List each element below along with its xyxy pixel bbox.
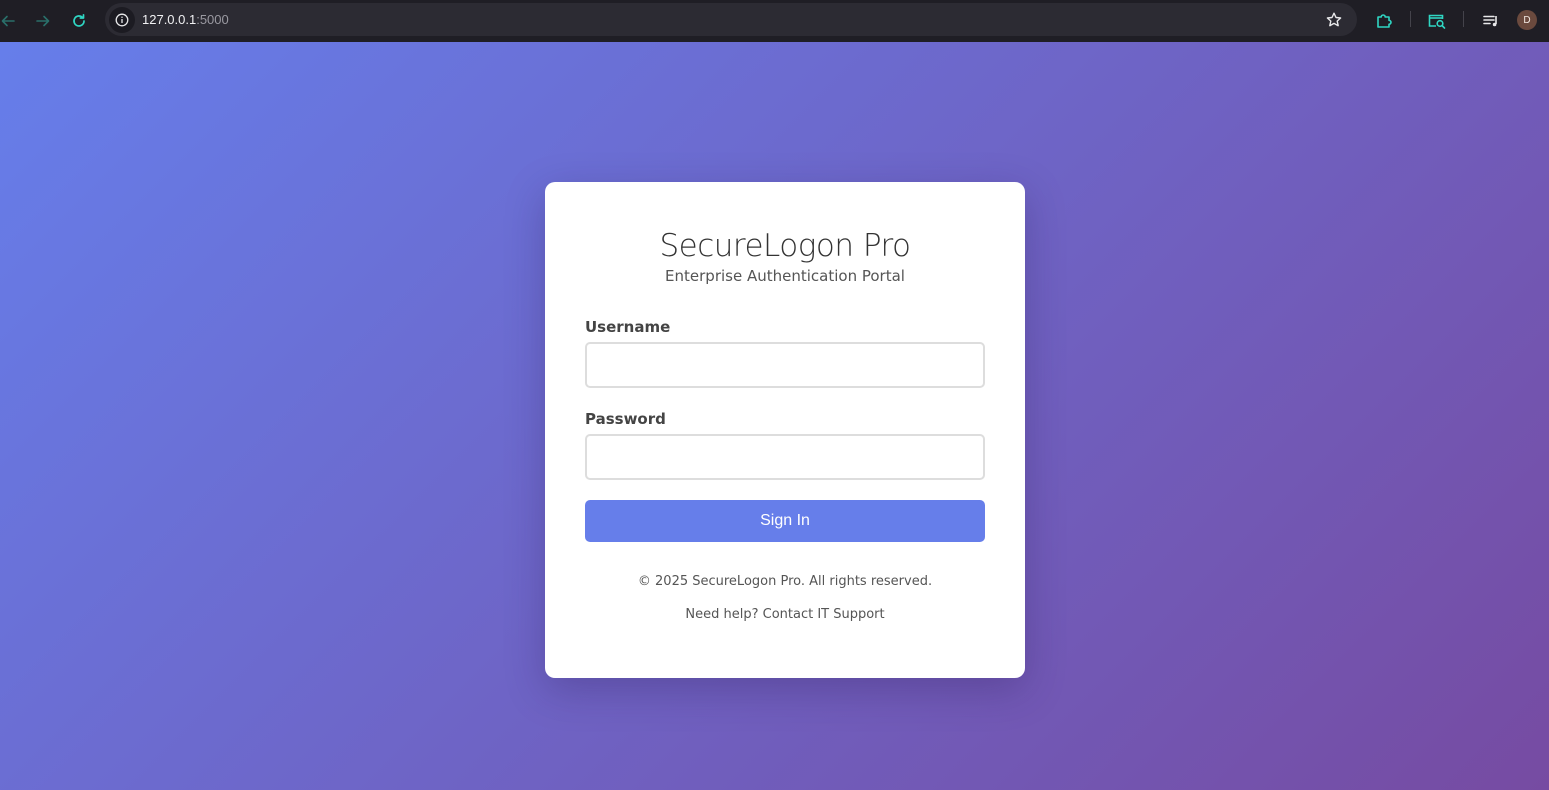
copyright-text: © 2025 SecureLogon Pro. All rights reser…	[637, 574, 933, 589]
forward-icon	[36, 15, 50, 27]
toolbar-divider	[1410, 11, 1411, 27]
password-label: Password	[585, 410, 666, 428]
toolbar-divider	[1463, 11, 1464, 27]
help-link[interactable]: Need help? Contact IT Support	[545, 606, 1025, 624]
address-bar[interactable]: 127.0.0.1:5000	[105, 3, 1357, 36]
reload-button[interactable]	[67, 9, 91, 33]
username-input[interactable]	[585, 342, 985, 388]
bookmark-star-icon	[1326, 12, 1342, 27]
back-button[interactable]	[0, 9, 20, 33]
url-port: :5000	[196, 12, 229, 27]
site-info-icon	[115, 13, 129, 27]
sign-in-button[interactable]: Sign In	[585, 500, 985, 542]
bookmark-button[interactable]	[1325, 11, 1343, 29]
url-text[interactable]: 127.0.0.1:5000	[142, 11, 229, 28]
login-card: SecureLogon Pro Enterprise Authenticatio…	[545, 182, 1025, 678]
extensions-icon	[1377, 14, 1392, 28]
forward-button[interactable]	[31, 9, 55, 33]
search-tab-icon	[1428, 14, 1446, 29]
profile-avatar[interactable]: D	[1517, 10, 1537, 30]
reload-icon	[73, 13, 85, 27]
url-host: 127.0.0.1	[142, 12, 197, 27]
app-title: SecureLogon Pro	[659, 228, 911, 264]
page-background: SecureLogon Pro Enterprise Authenticatio…	[0, 42, 1549, 790]
username-label: Username	[585, 318, 671, 336]
reading-list-icon	[1483, 15, 1497, 27]
app-subtitle: Enterprise Authentication Portal	[665, 267, 905, 285]
back-icon	[1, 15, 15, 27]
reading-list-button[interactable]	[1480, 10, 1502, 32]
password-input[interactable]	[585, 434, 985, 480]
search-tab-button[interactable]	[1426, 10, 1448, 32]
site-info-button[interactable]	[109, 7, 135, 33]
browser-toolbar: 127.0.0.1:5000 D	[0, 0, 1549, 42]
extensions-button[interactable]	[1373, 10, 1395, 32]
